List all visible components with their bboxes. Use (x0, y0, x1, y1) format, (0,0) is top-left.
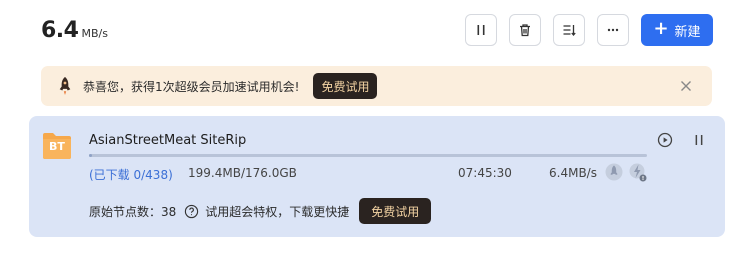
close-icon[interactable] (678, 78, 694, 94)
nodes-count: 原始节点数：38 (89, 204, 177, 219)
new-task-label: 新建 (674, 24, 701, 40)
sort-icon (563, 25, 576, 37)
promo-banner: 恭喜您，获得1次超级会员加速试用机会! 免费试用 (41, 66, 712, 106)
pause-all-button[interactable] (465, 14, 497, 46)
rocket-icon (59, 77, 71, 95)
bt-icon-label: BT (49, 140, 65, 153)
promo-trial-button[interactable]: 免费试用 (313, 73, 378, 99)
task-trial-button[interactable]: 免费试用 (359, 198, 432, 224)
download-rate: 6.4MB/s (549, 166, 597, 180)
size-progress: 199.4MB/176.0GB (188, 166, 297, 180)
progress-fill (89, 154, 92, 157)
help-icon[interactable] (184, 204, 199, 219)
toolbar: + 新建 (465, 14, 713, 46)
time-remaining: 07:45:30 (458, 166, 512, 180)
delete-button[interactable] (509, 14, 541, 46)
bt-folder-icon: BT (41, 131, 73, 161)
more-button[interactable] (597, 14, 629, 46)
download-task-card[interactable]: BT AsianStreetMeat SiteRip (已下载 0/438) 1… (29, 116, 725, 237)
new-task-button[interactable]: + 新建 (641, 14, 713, 46)
task-name: AsianStreetMeat SiteRip (89, 133, 247, 148)
task-actions (657, 132, 707, 148)
play-icon[interactable] (657, 132, 673, 148)
speed-unit: MB/s (81, 27, 108, 40)
pause-icon (477, 25, 485, 35)
downloaded-count[interactable]: (已下载 0/438) (89, 166, 173, 183)
accel-icons (605, 162, 647, 182)
pause-icon[interactable] (691, 132, 707, 148)
total-speed: 6.4 MB/s (41, 18, 108, 43)
flash-icon[interactable] (629, 162, 647, 182)
hint-text: 试用超会特权，下载更快捷 (205, 204, 350, 219)
trash-icon (520, 24, 530, 37)
nodes-row: 原始节点数：38 试用超会特权，下载更快捷 免费试用 (89, 198, 432, 224)
sort-button[interactable] (553, 14, 585, 46)
speed-value: 6.4 (41, 18, 79, 43)
progress-bar (89, 154, 647, 157)
more-icon (607, 28, 619, 32)
accelerate-icon[interactable] (605, 162, 623, 182)
promo-text: 恭喜您，获得1次超级会员加速试用机会! (83, 79, 300, 94)
plus-icon: + (653, 18, 669, 39)
